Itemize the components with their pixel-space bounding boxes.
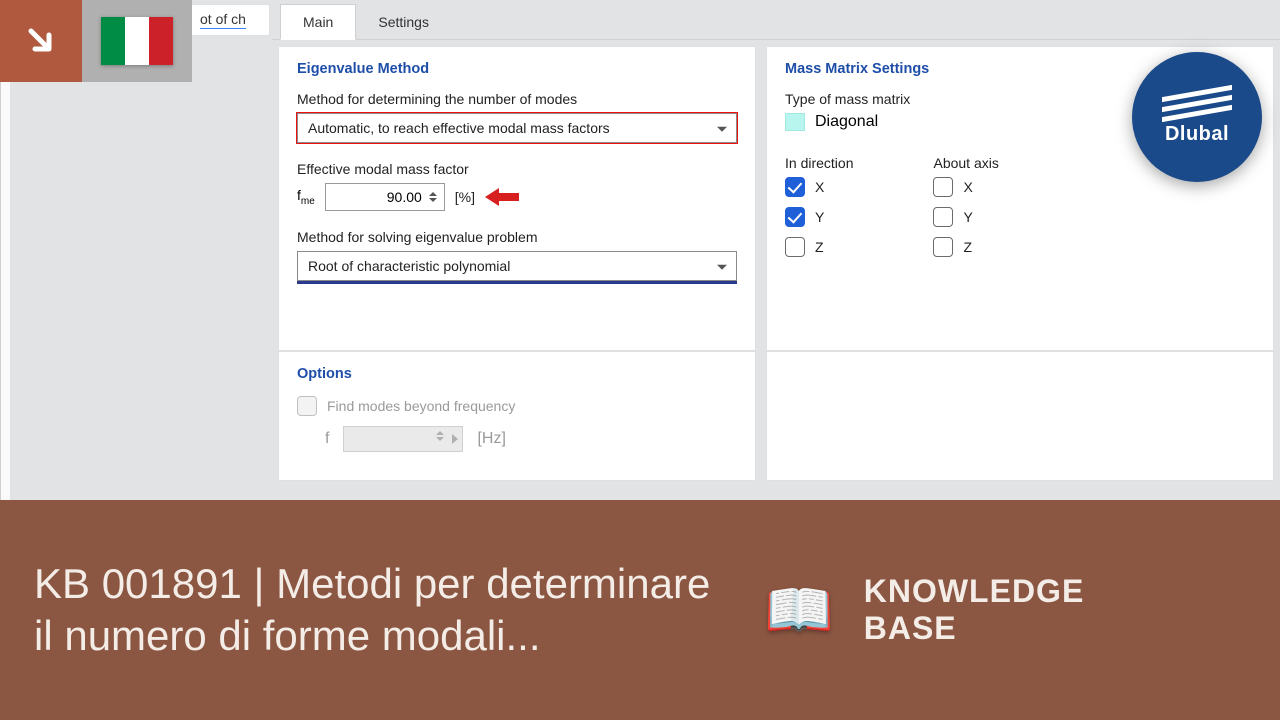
select-method-modes[interactable]: Automatic, to reach effective modal mass… (297, 113, 737, 143)
bottom-banner: KB 001891 | Metodi per determinare il nu… (0, 500, 1280, 720)
banner-title: KB 001891 | Metodi per determinare il nu… (34, 558, 734, 663)
arrow-down-right-icon (21, 21, 61, 61)
mass-type-value: Diagonal (815, 113, 878, 131)
select-method-modes-value: Automatic, to reach effective modal mass… (297, 113, 737, 143)
label-method-modes: Method for determining the number of mod… (297, 91, 737, 107)
panel-eigenvalue-method: Eigenvalue Method Method for determining… (278, 46, 756, 351)
select-method-solve-value: Root of characteristic polynomial (297, 251, 737, 281)
checkbox-icon (785, 207, 805, 227)
checkbox-axis-z[interactable]: Z (933, 237, 998, 257)
checkbox-find-modes-beyond: Find modes beyond frequency (297, 396, 737, 416)
spinner-fme[interactable] (429, 186, 441, 208)
tab-settings[interactable]: Settings (356, 5, 451, 39)
section-title-eigen: Eigenvalue Method (297, 61, 737, 77)
checkbox-dir-y[interactable]: Y (785, 207, 853, 227)
label-fme-symbol: fme (297, 187, 315, 207)
checkbox-icon (785, 237, 805, 257)
panel-empty-right (766, 351, 1274, 481)
label-in-direction: In direction (785, 155, 853, 171)
panel-options: Options Find modes beyond frequency f [H… (278, 351, 756, 481)
dlubal-text: Dlubal (1165, 123, 1229, 146)
section-title-options: Options (297, 366, 737, 382)
checkbox-icon (933, 207, 953, 227)
input-frequency (343, 426, 463, 452)
checkbox-dir-x[interactable]: X (785, 177, 853, 197)
content-pane: Main Settings Eigenvalue Method Method f… (272, 0, 1280, 500)
checkbox-icon (933, 237, 953, 257)
corner-badge-flag (82, 0, 192, 82)
mass-type-color-icon (785, 113, 805, 131)
label-f-symbol: f (325, 430, 329, 448)
label-method-solve: Method for solving eigenvalue problem (297, 229, 737, 245)
checkbox-axis-x[interactable]: X (933, 177, 998, 197)
unit-hz: [Hz] (477, 430, 505, 448)
dlubal-bars-icon (1162, 89, 1232, 117)
dlubal-logo-badge: Dlubal (1132, 52, 1262, 182)
sidebar-listitem-text: ot of ch (200, 11, 246, 29)
label-emmf: Effective modal mass factor (297, 161, 737, 177)
tab-main[interactable]: Main (280, 4, 356, 40)
select-method-solve[interactable]: Root of characteristic polynomial (297, 251, 737, 284)
corner-badge-arrow (0, 0, 82, 82)
annotation-arrow-icon (485, 190, 519, 204)
input-fme[interactable] (325, 183, 445, 211)
checkbox-icon (297, 396, 317, 416)
label-about-axis: About axis (933, 155, 998, 171)
open-book-icon: 📖 (764, 582, 834, 638)
unit-fme: [%] (455, 189, 475, 205)
tab-bar: Main Settings (272, 0, 1280, 40)
app-window: ot of ch Main Settings Eigenvalue Method… (0, 0, 1280, 500)
input-fme-field[interactable] (325, 183, 445, 211)
banner-kb-label: KNOWLEDGE BASE (864, 573, 1085, 647)
flag-italy-icon (101, 17, 173, 65)
checkbox-axis-y[interactable]: Y (933, 207, 998, 227)
checkbox-icon (933, 177, 953, 197)
checkbox-icon (785, 177, 805, 197)
checkbox-dir-z[interactable]: Z (785, 237, 853, 257)
